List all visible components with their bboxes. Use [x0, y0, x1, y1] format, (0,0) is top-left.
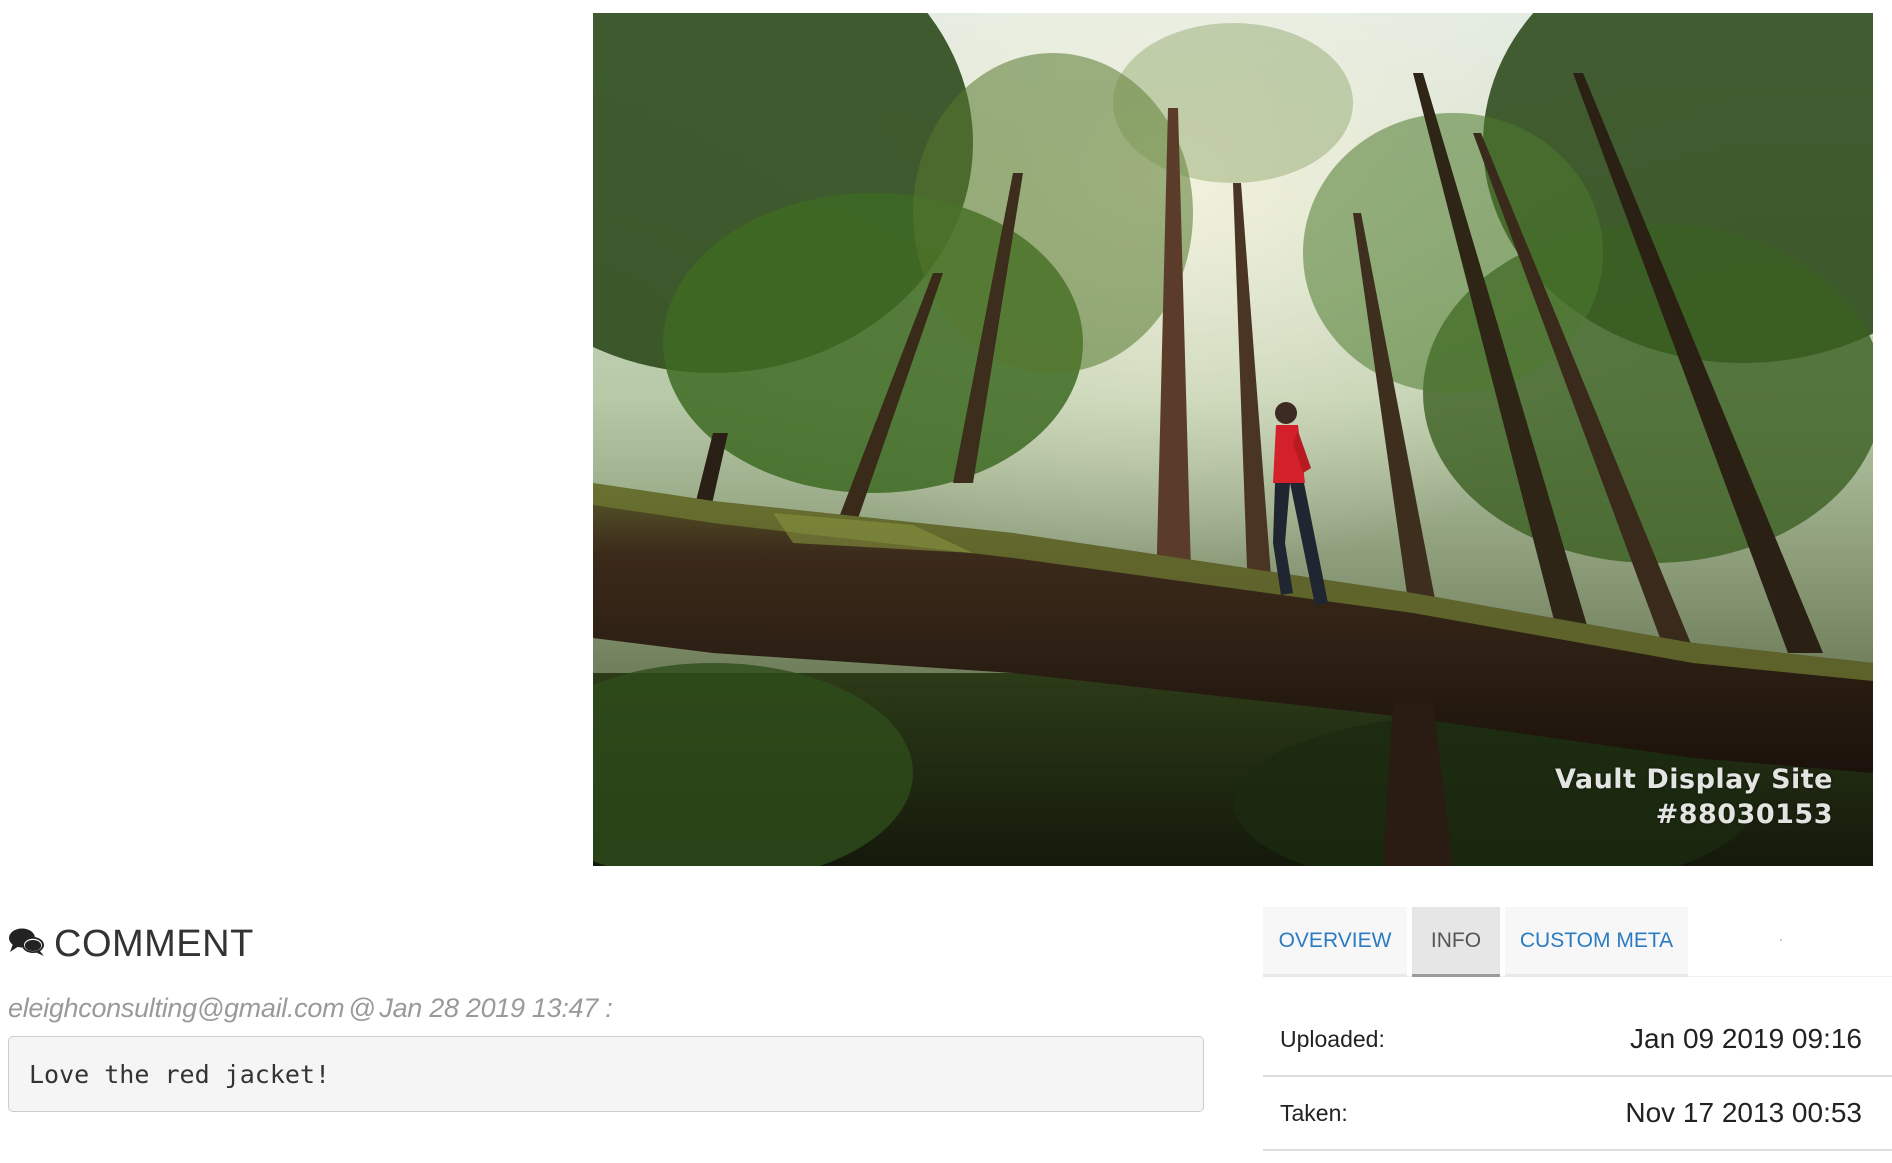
tab-divider-dot — [1780, 939, 1782, 941]
asset-image[interactable]: Vault Display Site #88030153 — [593, 13, 1873, 866]
watermark-text: Vault Display Site #88030153 — [1555, 762, 1833, 832]
comment-heading-label: COMMENT — [54, 922, 254, 965]
comment-timestamp: Jan 28 2019 13:47 : — [379, 993, 613, 1023]
comment-text-box: Love the red jacket! — [8, 1036, 1204, 1112]
forest-photo — [593, 13, 1873, 866]
tab-overview-label: OVERVIEW — [1278, 928, 1392, 952]
tab-info-label: INFO — [1430, 928, 1482, 952]
tab-custom-meta-label: CUSTOM META — [1519, 928, 1674, 952]
uploaded-value: Jan 09 2019 09:16 — [1630, 1023, 1862, 1054]
comments-icon — [8, 927, 46, 962]
comment-separator: @ — [348, 993, 376, 1023]
comment-text: Love the red jacket! — [29, 1059, 331, 1089]
tabs-bar: OVERVIEW INFO CUSTOM META — [1263, 907, 1892, 977]
tab-info[interactable]: INFO — [1412, 907, 1500, 977]
taken-label: Taken: — [1280, 1099, 1348, 1126]
taken-value: Nov 17 2013 00:53 — [1625, 1097, 1862, 1128]
watermark-line-2: #88030153 — [1655, 799, 1833, 830]
uploaded-label: Uploaded: — [1280, 1025, 1385, 1052]
tab-overview[interactable]: OVERVIEW — [1263, 907, 1407, 977]
watermark-line-1: Vault Display Site — [1554, 764, 1833, 795]
tab-custom-meta[interactable]: CUSTOM META — [1505, 907, 1688, 977]
comment-author: eleighconsulting@gmail.com — [8, 993, 345, 1023]
comment-heading: COMMENT — [8, 920, 1208, 968]
info-row-uploaded: Uploaded: Jan 09 2019 09:16 — [1263, 1003, 1892, 1077]
info-row-taken: Taken: Nov 17 2013 00:53 — [1263, 1077, 1892, 1151]
comment-section: COMMENT eleighconsulting@gmail.com @ Jan 2… — [8, 920, 1208, 1112]
comment-meta: eleighconsulting@gmail.com @ Jan 28 2019 1… — [8, 993, 613, 1024]
info-panel: OVERVIEW INFO CUSTOM META Uploaded: Jan … — [1263, 907, 1892, 1163]
